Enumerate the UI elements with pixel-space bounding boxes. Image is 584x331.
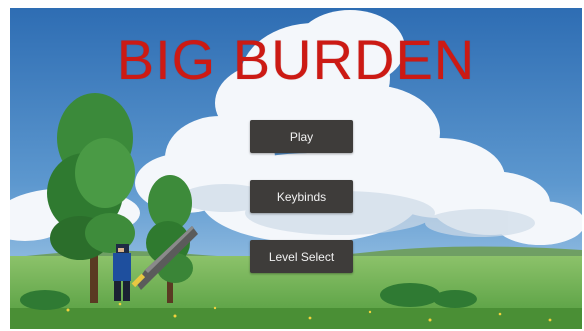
play-button[interactable]: Play: [250, 120, 353, 153]
level-select-button[interactable]: Level Select: [250, 240, 353, 273]
keybinds-button[interactable]: Keybinds: [250, 180, 353, 213]
game-window: BIG BURDEN Play Keybinds Level Select: [10, 8, 582, 329]
game-title: BIG BURDEN: [116, 28, 476, 91]
